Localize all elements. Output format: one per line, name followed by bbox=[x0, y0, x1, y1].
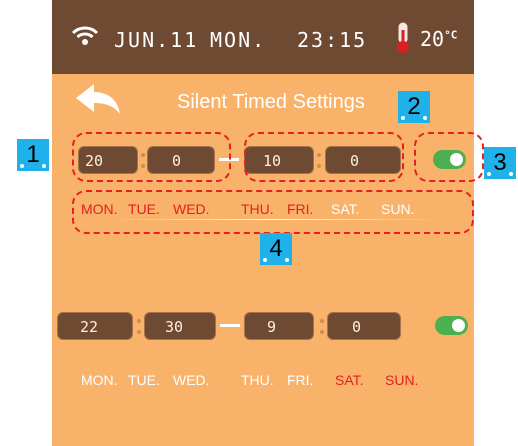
status-weekday: MON. bbox=[210, 28, 267, 52]
day-thu[interactable]: THU. bbox=[241, 372, 274, 388]
day-sun[interactable]: SUN. bbox=[385, 372, 418, 388]
schedule-2-days: MON. TUE. WED. THU. FRI. SAT. SUN. bbox=[81, 372, 461, 392]
schedule-2-end-hour[interactable]: 9 bbox=[244, 312, 314, 340]
day-mon[interactable]: MON. bbox=[81, 372, 118, 388]
status-bar: JUN.11 MON. 23:15 20°C bbox=[52, 0, 474, 74]
annotation-marker-2: 2 bbox=[398, 91, 430, 123]
day-sat[interactable]: SAT. bbox=[335, 372, 364, 388]
temperature-unit: °C bbox=[444, 28, 458, 42]
back-arrow-icon[interactable] bbox=[72, 80, 124, 120]
schedule-2-start-minute[interactable]: 30 bbox=[144, 312, 216, 340]
page-title: Silent Timed Settings bbox=[177, 91, 365, 113]
day-tue[interactable]: TUE. bbox=[128, 372, 160, 388]
colon-dot bbox=[137, 330, 141, 334]
schedule-2-start-hour[interactable]: 22 bbox=[57, 312, 133, 340]
status-time: 23:15 bbox=[297, 28, 368, 52]
annotation-marker-4: 4 bbox=[260, 233, 292, 265]
annotation-box-toggle bbox=[414, 132, 484, 182]
schedule-2-toggle[interactable] bbox=[435, 316, 468, 335]
temperature-value: 20 bbox=[420, 27, 445, 51]
annotation-marker-3: 3 bbox=[484, 147, 516, 179]
thermometer-icon bbox=[397, 22, 409, 53]
status-date: JUN.11 bbox=[114, 28, 199, 52]
colon-dot bbox=[137, 319, 141, 323]
toggle-knob bbox=[452, 319, 465, 332]
range-dash bbox=[220, 324, 240, 327]
wifi-icon bbox=[72, 26, 98, 45]
schedule-2-end-minute[interactable]: 0 bbox=[327, 312, 401, 340]
colon-dot bbox=[320, 330, 324, 334]
day-wed[interactable]: WED. bbox=[173, 372, 210, 388]
colon-dot bbox=[320, 319, 324, 323]
status-temperature: 20°C bbox=[420, 27, 457, 51]
annotation-box-days bbox=[72, 190, 474, 234]
annotation-box-start-time bbox=[72, 132, 231, 182]
annotation-marker-1: 1 bbox=[17, 139, 49, 171]
day-fri[interactable]: FRI. bbox=[287, 372, 313, 388]
annotation-box-end-time bbox=[244, 132, 404, 182]
